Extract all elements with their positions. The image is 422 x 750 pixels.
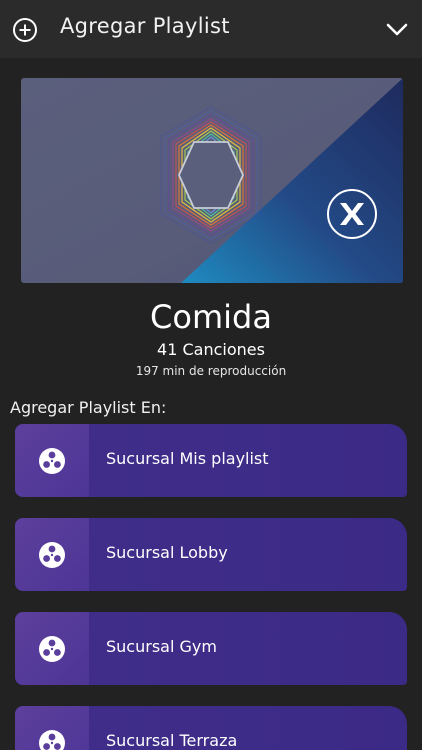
playlist-title: Comida (150, 298, 272, 336)
playlist-cover-image (21, 78, 403, 283)
branch-label: Sucursal Mis playlist (106, 449, 269, 468)
section-label: Agregar Playlist En: (10, 398, 167, 417)
branch-item-gym[interactable]: Sucursal Gym (15, 612, 407, 685)
page-title: Agregar Playlist (60, 14, 230, 38)
reel-icon (39, 730, 65, 750)
screen: Agregar Playlist Comida 41 Canciones 197… (0, 0, 422, 750)
song-count: 41 Canciones (157, 340, 265, 359)
branch-label: Sucursal Terraza (106, 731, 238, 750)
playlist-duration: 197 min de reproducción (135, 364, 287, 378)
branch-item-lobby[interactable]: Sucursal Lobby (15, 518, 407, 591)
branch-item-terraza[interactable]: Sucursal Terraza (15, 706, 407, 750)
branch-item-mis-playlist[interactable]: Sucursal Mis playlist (15, 424, 407, 497)
reel-icon (39, 448, 65, 474)
branch-label: Sucursal Lobby (106, 543, 228, 562)
branch-label: Sucursal Gym (106, 637, 217, 656)
reel-icon (39, 542, 65, 568)
chevron-down-icon[interactable] (385, 20, 409, 38)
reel-icon (39, 636, 65, 662)
plus-circle-icon[interactable] (12, 17, 38, 43)
header-bar: Agregar Playlist (0, 0, 422, 58)
